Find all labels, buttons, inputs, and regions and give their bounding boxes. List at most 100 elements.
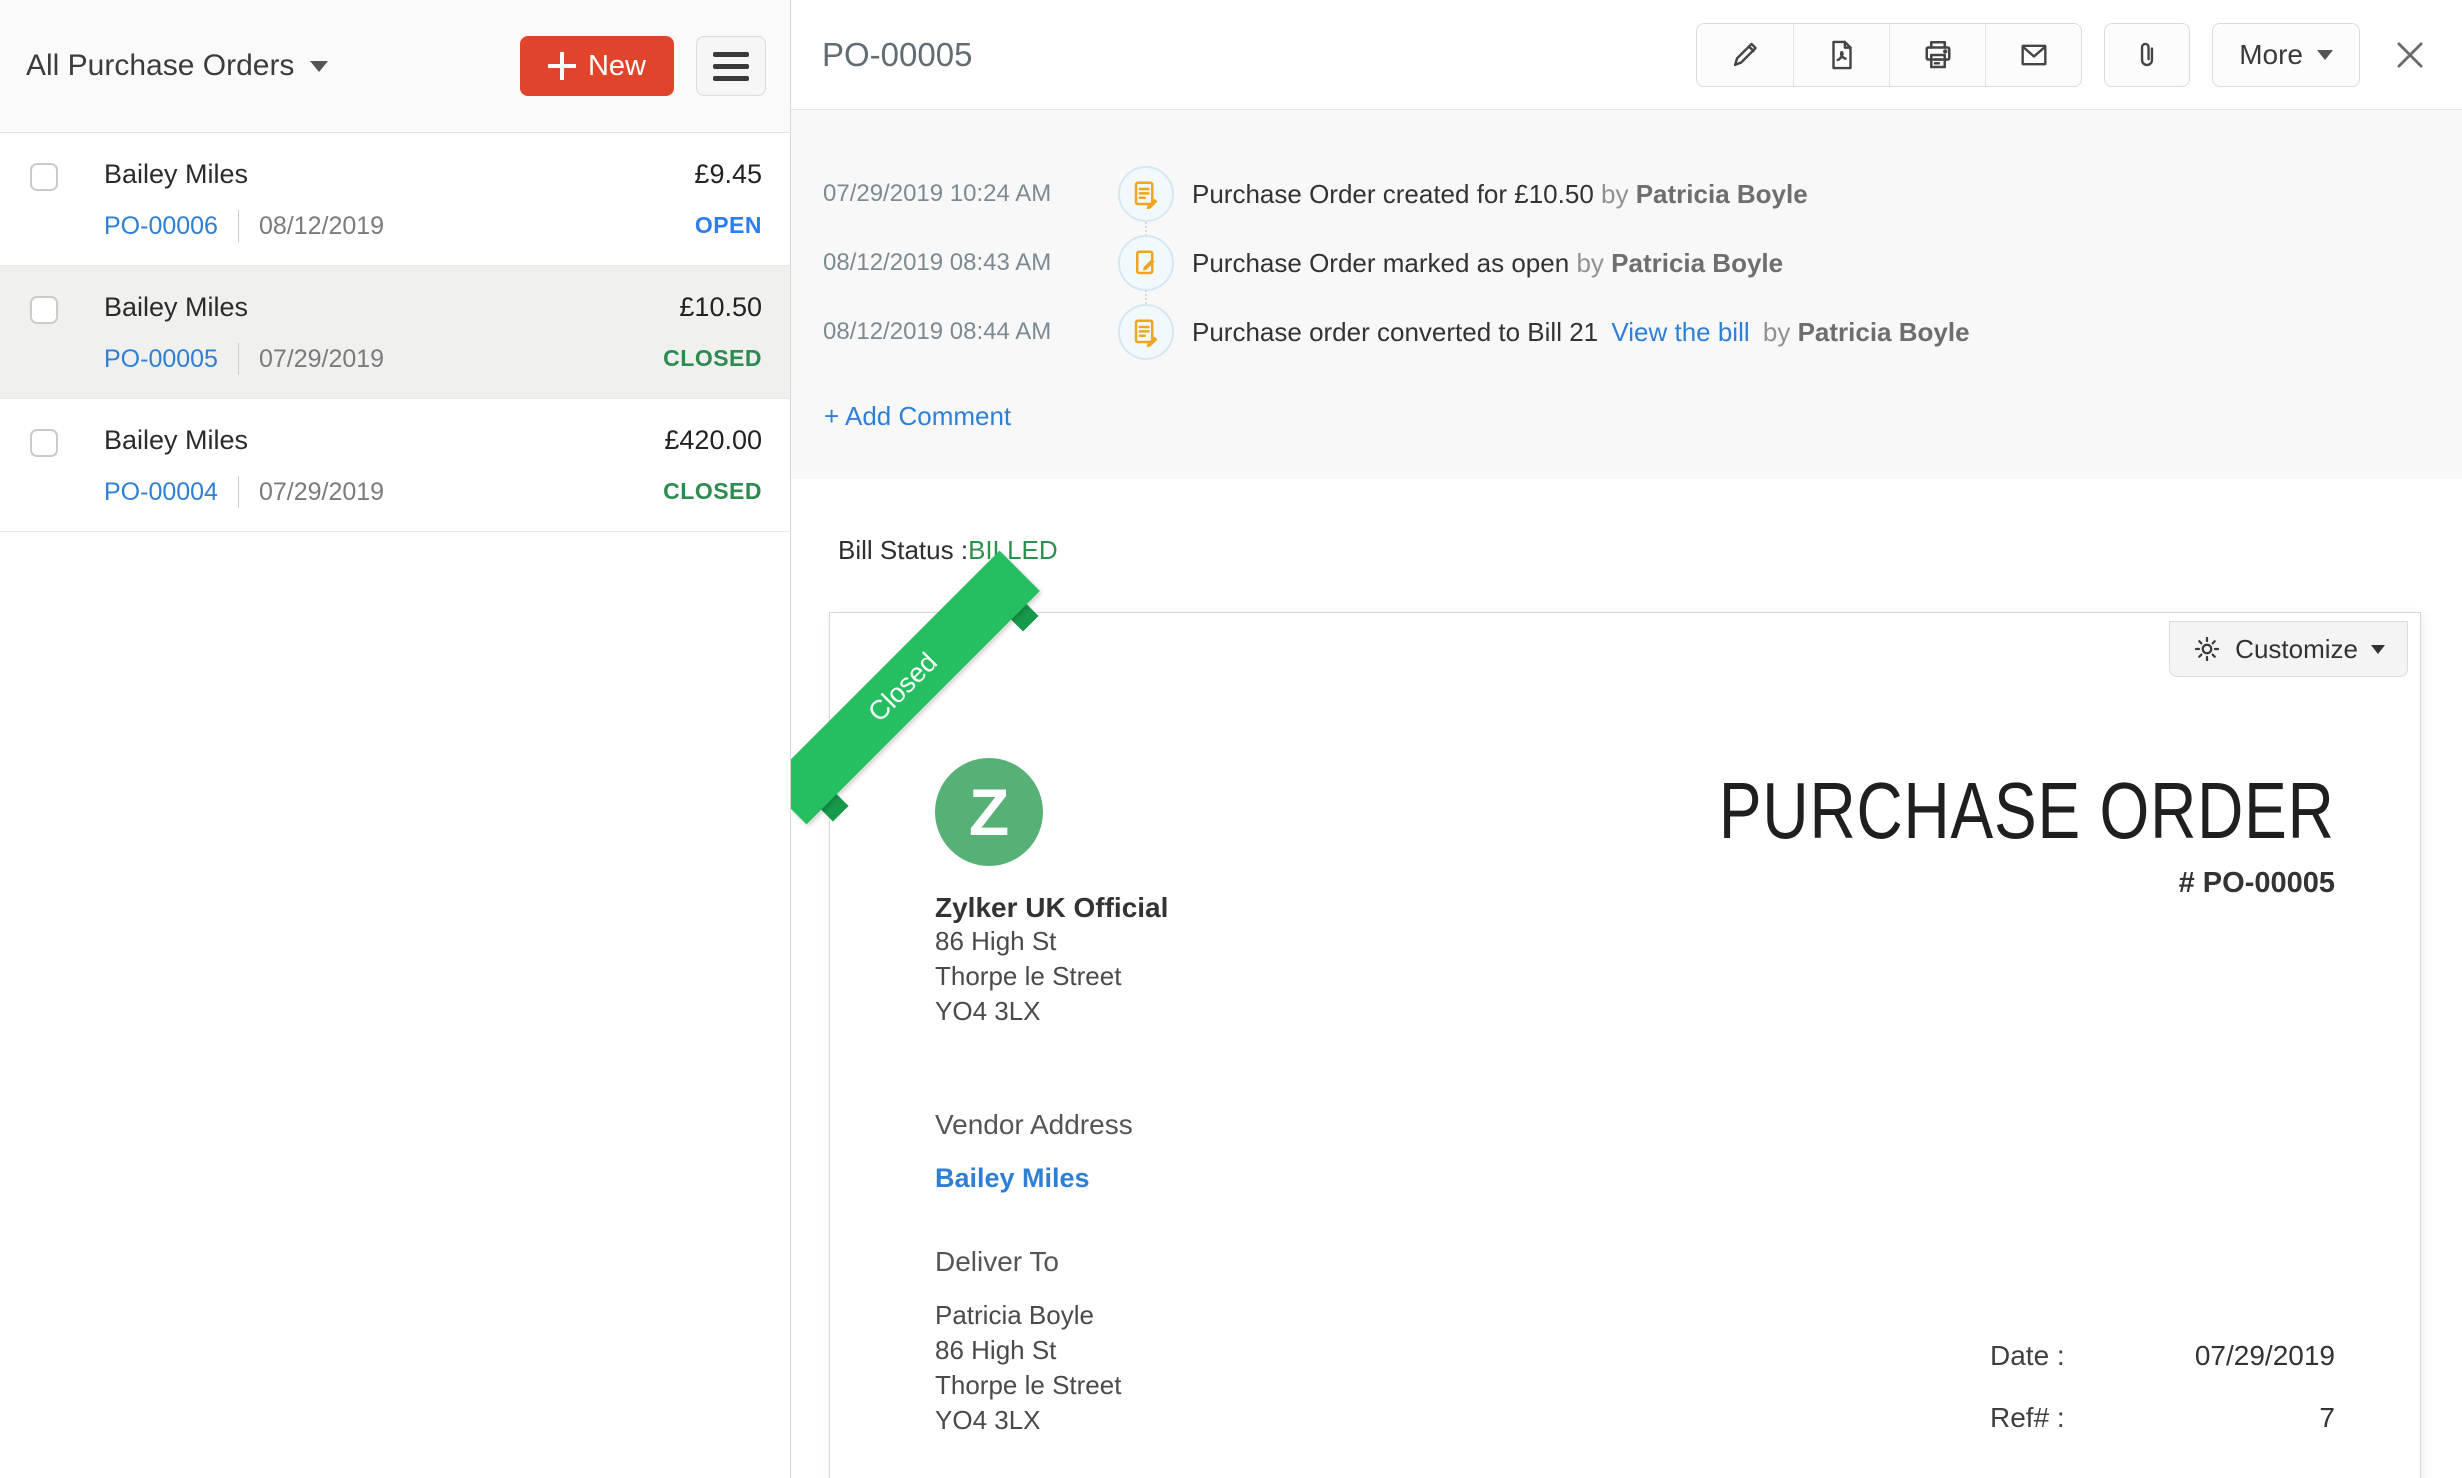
company-name: Zylker UK Official — [935, 892, 1168, 924]
event-text: Purchase order converted to Bill 21 — [1192, 317, 1598, 347]
po-document-preview: Closed Customize Z Zylker UK Official — [829, 612, 2421, 1478]
event-timestamp: 08/12/2019 08:43 AM — [823, 249, 1093, 277]
event-timestamp: 08/12/2019 08:44 AM — [823, 318, 1093, 346]
timeline-event: 07/29/2019 10:24 AM Purchase Order creat… — [823, 166, 2462, 222]
document-number: # PO-00005 — [1565, 867, 2335, 900]
chevron-down-icon — [310, 61, 328, 72]
add-comment-link[interactable]: + Add Comment — [824, 401, 1011, 432]
hamburger-icon — [713, 52, 749, 57]
event-text: Purchase Order marked as open — [1192, 248, 1569, 278]
customize-button[interactable]: Customize — [2169, 621, 2408, 677]
pencil-icon — [1728, 38, 1762, 72]
divider — [238, 343, 239, 375]
print-button[interactable] — [1889, 24, 1985, 86]
new-purchase-order-button[interactable]: New — [520, 36, 674, 96]
document-type-title: PURCHASE ORDER — [1719, 765, 2335, 857]
document-pencil-icon — [1131, 317, 1161, 347]
event-actor: Patricia Boyle — [1611, 248, 1783, 278]
po-date: 07/29/2019 — [259, 345, 384, 374]
document-pencil-icon — [1131, 248, 1161, 278]
deliver-line: Patricia Boyle — [935, 1298, 1121, 1333]
plus-icon — [548, 52, 576, 80]
po-detail-pane: PO-00005 — [791, 0, 2462, 1478]
logo-letter: Z — [969, 774, 1009, 850]
event-text: Purchase Order created for £10.50 — [1192, 179, 1594, 209]
purchase-orders-sidebar: All Purchase Orders New Bailey Miles PO-… — [0, 0, 791, 1478]
chevron-down-icon — [2371, 645, 2385, 654]
event-actor: Patricia Boyle — [1636, 179, 1808, 209]
status-badge: CLOSED — [663, 478, 762, 505]
divider — [238, 476, 239, 508]
pdf-button[interactable] — [1793, 24, 1889, 86]
vendor-name-link[interactable]: Bailey Miles — [935, 1163, 2335, 1194]
deliver-line: 86 High St — [935, 1333, 1121, 1368]
gear-icon — [2192, 634, 2222, 664]
company-address-line: YO4 3LX — [935, 994, 1168, 1029]
company-address-line: 86 High St — [935, 924, 1168, 959]
deliver-line: Thorpe le Street — [935, 1368, 1121, 1403]
bill-status: Bill Status :BILLED — [838, 535, 2462, 566]
detail-toolbar — [1696, 23, 2082, 87]
po-amount: £10.50 — [679, 292, 762, 323]
deliver-to-heading: Deliver To — [935, 1246, 1121, 1278]
date-value: 07/29/2019 — [2195, 1340, 2335, 1372]
list-menu-button[interactable] — [696, 36, 766, 96]
divider — [238, 210, 239, 242]
email-button[interactable] — [1985, 24, 2081, 86]
bill-status-value: BILLED — [968, 535, 1058, 565]
status-badge: CLOSED — [663, 345, 762, 372]
po-number-link[interactable]: PO-00006 — [104, 212, 218, 241]
bill-status-label: Bill Status : — [838, 535, 968, 565]
deliver-to-block: Deliver To Patricia Boyle 86 High St Tho… — [935, 1194, 1121, 1438]
vendor-name: Bailey Miles — [104, 159, 694, 190]
po-list-item-selected[interactable]: Bailey Miles PO-00005 07/29/2019 £10.50 … — [0, 266, 790, 399]
chevron-down-icon — [2317, 50, 2333, 60]
close-detail-button[interactable] — [2386, 31, 2434, 79]
more-button[interactable]: More — [2212, 23, 2360, 87]
po-date: 07/29/2019 — [259, 478, 384, 507]
po-number-link[interactable]: PO-00005 — [104, 345, 218, 374]
company-block: Z Zylker UK Official 86 High St Thorpe l… — [935, 703, 1168, 1029]
attach-button[interactable] — [2104, 23, 2190, 87]
more-label: More — [2239, 39, 2303, 71]
filter-dropdown[interactable]: All Purchase Orders — [26, 49, 328, 83]
row-checkbox[interactable] — [30, 163, 58, 191]
sidebar-header: All Purchase Orders New — [0, 0, 790, 133]
po-list-item[interactable]: Bailey Miles PO-00006 08/12/2019 £9.45 O… — [0, 133, 790, 266]
new-button-label: New — [588, 50, 646, 83]
company-logo: Z — [935, 758, 1043, 866]
vendor-address-heading: Vendor Address — [935, 1109, 2335, 1141]
vendor-name: Bailey Miles — [104, 292, 663, 323]
document-pencil-icon — [1131, 179, 1161, 209]
row-checkbox[interactable] — [30, 296, 58, 324]
filter-label: All Purchase Orders — [26, 49, 294, 83]
view-bill-link[interactable]: View the bill — [1611, 317, 1749, 347]
deliver-line: YO4 3LX — [935, 1403, 1121, 1438]
po-list-item[interactable]: Bailey Miles PO-00004 07/29/2019 £420.00… — [0, 399, 790, 532]
envelope-icon — [2017, 38, 2051, 72]
status-badge: OPEN — [695, 212, 762, 239]
customize-label: Customize — [2235, 634, 2358, 665]
pdf-icon — [1825, 38, 1859, 72]
paperclip-icon — [2130, 38, 2164, 72]
po-title: PO-00005 — [822, 36, 1696, 74]
event-timestamp: 07/29/2019 10:24 AM — [823, 180, 1093, 208]
ref-label: Ref# : — [1990, 1402, 2065, 1434]
po-amount: £9.45 — [694, 159, 762, 190]
po-number-link[interactable]: PO-00004 — [104, 478, 218, 507]
edit-button[interactable] — [1697, 24, 1793, 86]
document-meta: Date : 07/29/2019 Ref# : 7 — [1990, 1310, 2335, 1434]
po-amount: £420.00 — [664, 425, 762, 456]
ref-value: 7 — [2319, 1402, 2335, 1434]
history-timeline: 07/29/2019 10:24 AM Purchase Order creat… — [791, 110, 2462, 479]
detail-header: PO-00005 — [791, 0, 2462, 110]
purchase-orders-app: All Purchase Orders New Bailey Miles PO-… — [0, 0, 2462, 1478]
po-date: 08/12/2019 — [259, 212, 384, 241]
close-icon — [2391, 36, 2429, 74]
timeline-event: 08/12/2019 08:43 AM Purchase Order marke… — [823, 235, 2462, 291]
row-checkbox[interactable] — [30, 429, 58, 457]
event-actor: Patricia Boyle — [1798, 317, 1970, 347]
vendor-name: Bailey Miles — [104, 425, 663, 456]
date-label: Date : — [1990, 1340, 2065, 1372]
timeline-event: 08/12/2019 08:44 AM Purchase order conve… — [823, 304, 2462, 360]
